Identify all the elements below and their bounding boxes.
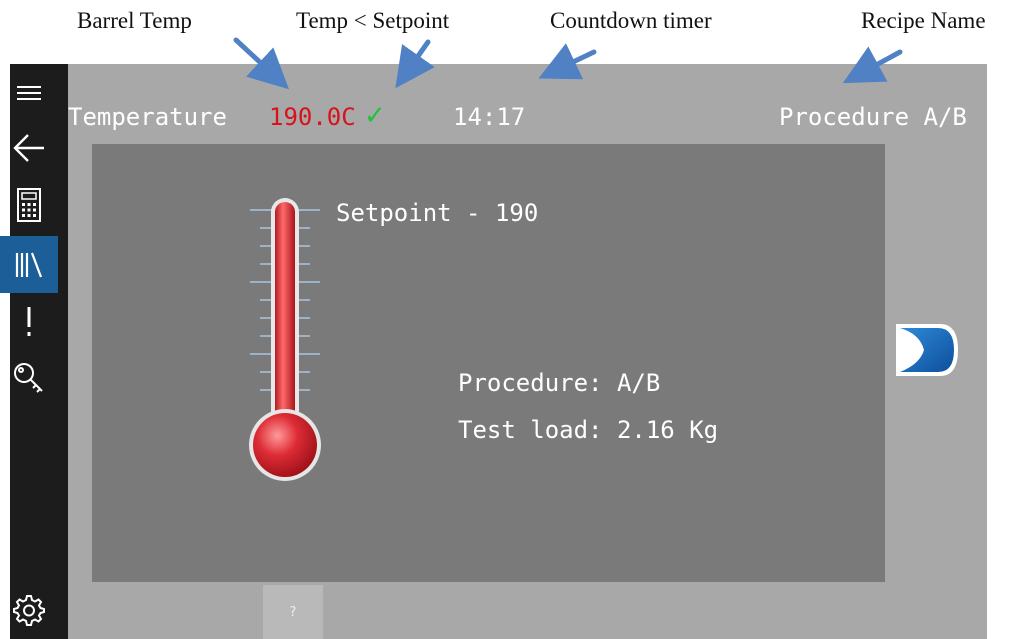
calculator-icon xyxy=(17,188,41,222)
login-key-button[interactable] xyxy=(0,358,58,402)
annotation-recipe-name: Recipe Name xyxy=(861,8,986,33)
annotation-countdown: Countdown timer xyxy=(550,8,712,33)
menu-button[interactable] xyxy=(0,78,58,108)
setpoint-check-icon: ✓ xyxy=(364,101,386,131)
settings-button[interactable] xyxy=(0,588,58,632)
settings-gear-icon xyxy=(13,595,45,626)
annotation-barrel-temp: Barrel Temp xyxy=(77,8,192,33)
company-logo-icon xyxy=(896,324,958,376)
back-arrow-icon xyxy=(13,134,44,162)
key-icon xyxy=(14,363,43,393)
procedure-label: Procedure: A/B xyxy=(458,369,661,397)
alarms-button[interactable] xyxy=(0,302,58,342)
menu-icon xyxy=(17,86,41,100)
library-icon xyxy=(15,252,43,277)
recipe-name: Procedure A/B xyxy=(779,103,967,131)
alert-icon xyxy=(27,307,31,336)
help-button[interactable]: ? xyxy=(263,585,323,639)
test-load-label: Test load: 2.16 Kg xyxy=(458,416,719,444)
library-button[interactable] xyxy=(0,236,58,293)
temperature-label: Temperature xyxy=(68,103,227,131)
countdown-timer: 14:17 xyxy=(453,103,526,131)
setpoint-label: Setpoint - 190 xyxy=(336,199,539,227)
calculator-button[interactable] xyxy=(0,183,58,227)
barrel-temperature-value: 190.0C xyxy=(269,103,356,131)
thermometer-icon xyxy=(249,198,321,481)
annotation-temp-setpoint: Temp < Setpoint xyxy=(296,8,450,33)
back-button[interactable] xyxy=(0,126,58,170)
